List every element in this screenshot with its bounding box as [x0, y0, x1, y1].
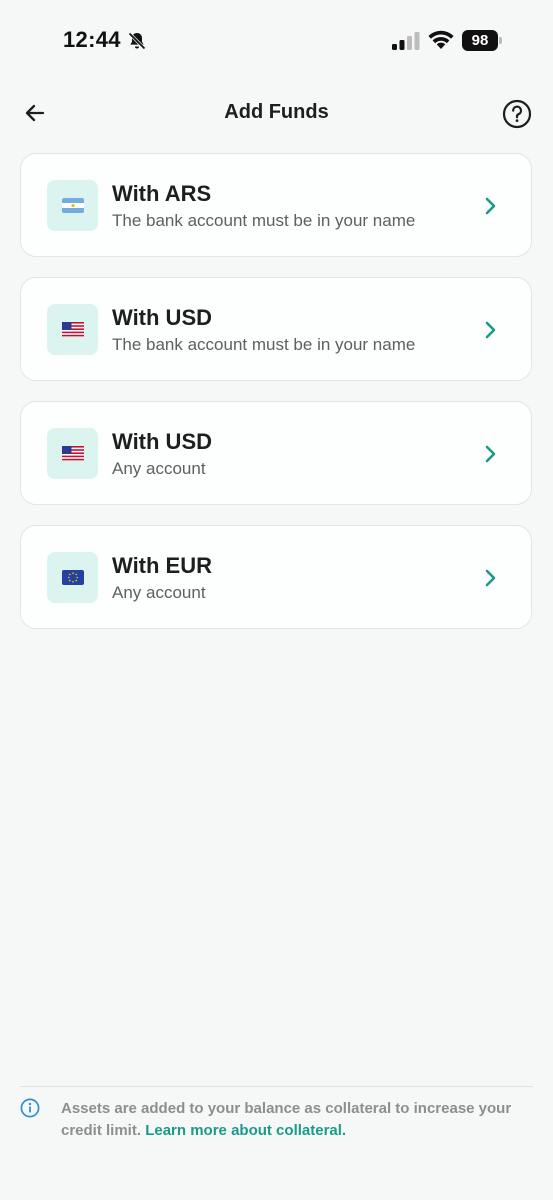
option-usd-own-account[interactable]: With USD The bank account must be in you… — [20, 277, 532, 381]
status-bar: 12:44 98 — [0, 0, 553, 80]
page-title: Add Funds — [224, 101, 329, 123]
option-title: With ARS — [112, 181, 212, 206]
argentina-flag-icon — [61, 198, 84, 213]
signal-icon — [392, 32, 420, 50]
option-title: With USD — [112, 429, 213, 454]
option-ars-own-account[interactable]: With ARS The bank account must be in you… — [20, 153, 532, 257]
option-title: With EUR — [112, 553, 213, 578]
flag-tile — [47, 552, 98, 603]
question-circle-icon — [502, 99, 532, 129]
option-subtitle: The bank account must be in your name — [112, 335, 416, 354]
chevron-right-icon — [485, 197, 496, 215]
chevron-right-icon — [485, 321, 496, 339]
header: Add Funds — [0, 88, 553, 138]
status-time: 12:44 — [63, 27, 121, 52]
info-icon — [20, 1098, 40, 1118]
add-funds-screen: 12:44 98 Add Funds With ARS The bank acc… — [0, 0, 553, 1200]
chevron-right-icon — [485, 569, 496, 587]
option-eur-any-account[interactable]: With EUR Any account — [20, 525, 532, 629]
option-subtitle: Any account — [112, 459, 206, 478]
footer-divider — [20, 1086, 533, 1087]
flag-tile — [47, 304, 98, 355]
funding-options-list: With ARS The bank account must be in you… — [20, 153, 532, 649]
flag-tile — [47, 180, 98, 231]
help-button[interactable] — [500, 97, 534, 131]
wifi-icon — [428, 30, 454, 49]
usa-flag-icon — [61, 322, 84, 337]
option-title: With USD — [112, 305, 213, 330]
flag-tile — [47, 428, 98, 479]
usa-flag-icon — [61, 446, 84, 461]
option-usd-any-account[interactable]: With USD Any account — [20, 401, 532, 505]
bell-muted-icon — [128, 32, 146, 50]
eu-flag-icon — [61, 570, 84, 585]
collateral-info-text: Assets are added to your balance as coll… — [61, 1098, 521, 1142]
battery-tip — [499, 37, 502, 44]
battery-icon: 98 — [462, 30, 498, 51]
option-subtitle: Any account — [112, 583, 206, 602]
chevron-right-icon — [485, 445, 496, 463]
option-subtitle: The bank account must be in your name — [112, 211, 416, 230]
learn-more-collateral-link[interactable]: Learn more about collateral. — [145, 1122, 346, 1139]
